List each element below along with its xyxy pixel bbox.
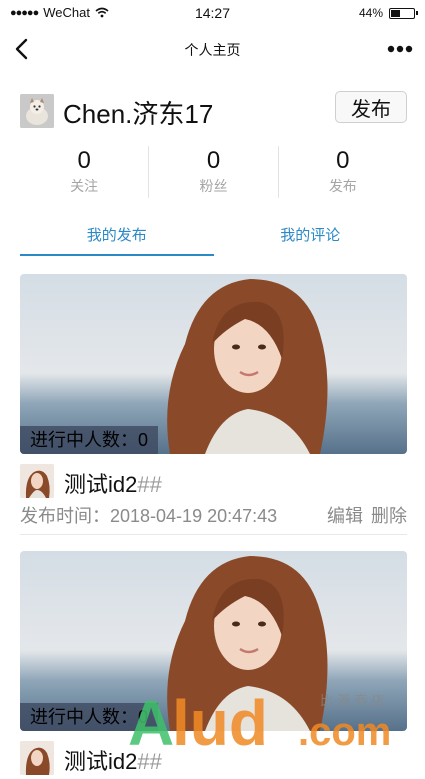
post-thumbnail — [20, 741, 54, 775]
username: Chen.济东17 — [63, 99, 214, 129]
svg-text:.com: .com — [298, 710, 391, 751]
post-tags: ## — [137, 472, 162, 497]
status-bar: ●●●●● WeChat 14:27 44% — [0, 0, 425, 26]
stat-posts[interactable]: 0 发布 — [277, 146, 407, 198]
page-title: 个人主页 — [184, 42, 241, 58]
stat-value: 0 — [336, 147, 350, 174]
more-icon[interactable] — [387, 40, 413, 58]
post-thumbnail — [20, 464, 54, 498]
post-title: 测试id2 — [64, 472, 138, 497]
battery-fill — [391, 9, 401, 17]
edit-button[interactable]: 编辑 — [327, 502, 363, 528]
tab-my-posts[interactable]: 我的发布 — [20, 222, 214, 256]
tab-bar: 我的发布 我的评论 — [20, 222, 407, 256]
nav-bar: 个人主页 — [0, 26, 425, 72]
svg-text:A: A — [128, 687, 174, 751]
stat-label: 关注 — [70, 178, 99, 194]
battery-percent: 44% — [358, 6, 383, 20]
delete-button[interactable]: 删除 — [371, 502, 407, 528]
participants-badge: 进行中人数：0 — [20, 426, 159, 454]
post-title: 测试id2 — [64, 749, 138, 774]
stats-row: 0 关注 0 粉丝 0 发布 — [20, 146, 407, 198]
stat-value: 0 — [77, 147, 91, 174]
site-watermark-logo: A lud .com 比 源 商 店 — [128, 687, 391, 751]
post-time: 发布时间：2018-04-19 20:47:43 — [20, 506, 278, 526]
tab-my-comments[interactable]: 我的评论 — [214, 222, 408, 256]
publish-button[interactable]: 发布 — [335, 91, 407, 123]
profile-header: Chen.济东17 发布 — [20, 91, 407, 129]
post-card[interactable]: 进行中人数：0 测试id2## 发布时间：2018-04-19 20:47:43… — [20, 274, 407, 535]
battery-icon — [389, 7, 418, 19]
stat-label: 发布 — [328, 178, 357, 194]
stat-value: 0 — [206, 147, 221, 174]
svg-text:比 源 商 店: 比 源 商 店 — [320, 694, 384, 709]
stat-label: 粉丝 — [199, 178, 228, 194]
svg-text:lud: lud — [172, 687, 268, 751]
dog-avatar-image — [20, 94, 54, 128]
avatar[interactable] — [20, 94, 54, 128]
post-tags: ## — [137, 749, 162, 774]
stat-following[interactable]: 0 关注 — [20, 146, 148, 198]
post-cover-image[interactable]: 进行中人数：0 — [20, 274, 407, 454]
stat-fans[interactable]: 0 粉丝 — [148, 146, 277, 198]
